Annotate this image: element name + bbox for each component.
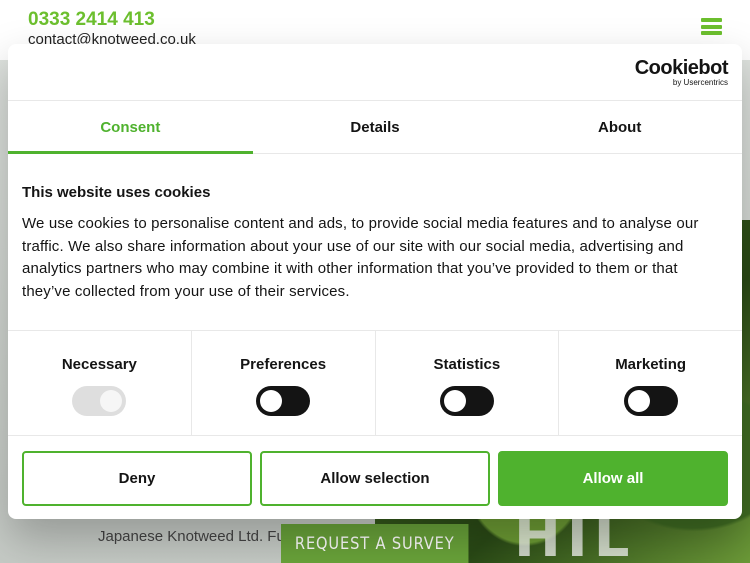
category-preferences: Preferences — [192, 331, 376, 435]
category-statistics: Statistics — [376, 331, 560, 435]
menu-icon[interactable] — [701, 18, 722, 35]
logo-wordmark: Cookiebot — [634, 57, 729, 79]
deny-button[interactable]: Deny — [22, 451, 252, 506]
logo-subtitle: by Usercentrics — [672, 78, 728, 87]
consent-content: This website uses cookies We use cookies… — [22, 184, 728, 303]
phone-number-link[interactable]: 0333 2414 413 — [28, 9, 155, 31]
toggle-knob — [627, 390, 650, 412]
request-survey-button[interactable]: REQUEST A SURVEY — [281, 524, 469, 563]
necessary-toggle — [72, 386, 127, 416]
category-marketing: Marketing — [559, 331, 742, 435]
category-label: Marketing — [615, 356, 687, 373]
tab-consent[interactable]: Consent — [8, 101, 253, 154]
marketing-toggle[interactable] — [623, 386, 678, 416]
category-label: Preferences — [240, 356, 327, 373]
toggle-knob — [260, 390, 283, 412]
allow-selection-button[interactable]: Allow selection — [260, 451, 490, 506]
cookie-consent-dialog: Cookiebot by Usercentrics Consent Detail… — [8, 44, 742, 519]
dialog-heading: This website uses cookies — [22, 184, 211, 201]
tab-details[interactable]: Details — [253, 101, 498, 153]
tab-bar: Consent Details About — [8, 100, 742, 154]
cookiebot-logo: Cookiebot by Usercentrics — [634, 57, 729, 88]
category-label: Necessary — [61, 356, 137, 373]
toggle-knob — [443, 390, 466, 412]
cookie-categories: Necessary Preferences Statistics Marketi… — [8, 330, 742, 436]
toggle-knob — [100, 390, 123, 412]
category-label: Statistics — [433, 356, 501, 373]
category-necessary: Necessary — [8, 331, 192, 435]
tab-about[interactable]: About — [497, 101, 742, 153]
consent-buttons: Deny Allow selection Allow all — [22, 451, 728, 506]
hero-text: Japanese Knotweed Ltd. Fu accredited and… — [98, 528, 298, 545]
dialog-body-text: We use cookies to personalise content an… — [22, 215, 699, 300]
allow-all-button[interactable]: Allow all — [498, 451, 728, 506]
statistics-toggle[interactable] — [439, 386, 494, 416]
preferences-toggle[interactable] — [256, 386, 311, 416]
